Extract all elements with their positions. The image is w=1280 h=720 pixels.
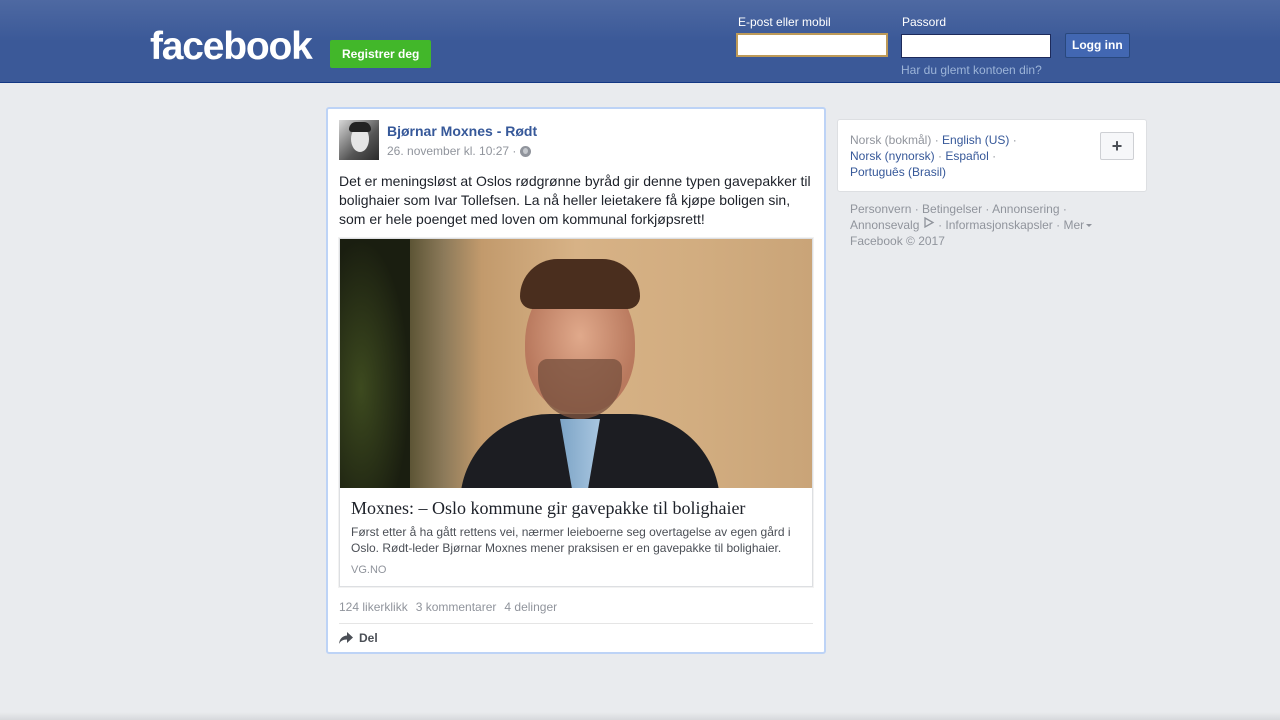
footer-link-betingelser[interactable]: Betingelser <box>922 202 982 216</box>
avatar-hair <box>349 122 371 132</box>
post-text: Det er meningsløst at Oslos rødgrønne by… <box>339 173 811 227</box>
footer-link-personvern[interactable]: Personvern <box>850 202 911 216</box>
shares-count[interactable]: 4 delinger <box>504 600 557 614</box>
image-plant <box>340 239 410 488</box>
image-hair <box>520 259 640 309</box>
chevron-down-icon <box>1086 224 1093 228</box>
post-meta: 26. november kl. 10:27 · <box>387 144 532 158</box>
footer-link-annonsevalg[interactable]: Annonsevalg <box>850 218 919 232</box>
separator: · <box>934 133 939 147</box>
bottom-shadow <box>0 712 1280 720</box>
likes-count[interactable]: 124 likerklikk <box>339 600 408 614</box>
more-languages-button[interactable]: + <box>1100 132 1134 160</box>
language-list: Norsk (bokmål) · English (US) · Norsk (n… <box>850 132 1070 180</box>
post-card: Bjørnar Moxnes - Rødt 26. november kl. 1… <box>326 107 826 654</box>
image-beard <box>538 359 622 419</box>
adchoices-icon <box>924 216 935 229</box>
author-avatar[interactable] <box>339 120 379 160</box>
footer: Personvern · Betingelser · Annonsering ·… <box>850 201 1130 249</box>
link-title[interactable]: Moxnes: – Oslo kommune gir gavepakke til… <box>351 498 801 519</box>
password-label: Passord <box>902 15 947 29</box>
post-stats: 124 likerklikk 3 kommentarer 4 delinger <box>339 600 557 614</box>
login-button[interactable]: Logg inn <box>1065 33 1130 58</box>
divider <box>339 623 813 624</box>
current-language: Norsk (bokmål) <box>850 133 932 147</box>
share-label: Del <box>359 631 378 645</box>
link-preview-image[interactable] <box>340 239 812 488</box>
link-domain: VG.NO <box>351 564 387 576</box>
footer-link-informasjonskapsler[interactable]: Informasjonskapsler <box>945 218 1052 232</box>
link-preview[interactable]: Moxnes: – Oslo kommune gir gavepakke til… <box>339 238 813 587</box>
share-arrow-icon <box>339 632 353 644</box>
link-description: Først etter å ha gått rettens vei, nærme… <box>351 525 791 555</box>
post-timestamp[interactable]: 26. november kl. 10:27 · <box>387 144 516 158</box>
separator: · <box>1012 133 1017 147</box>
language-norsk-nynorsk[interactable]: Norsk (nynorsk) <box>850 149 935 163</box>
separator: · <box>938 149 943 163</box>
language-selector: Norsk (bokmål) · English (US) · Norsk (n… <box>837 119 1147 192</box>
copyright: Facebook © 2017 <box>850 234 945 248</box>
footer-link-mer[interactable]: Mer <box>1063 218 1084 232</box>
post-author-link[interactable]: Bjørnar Moxnes - Rødt <box>387 123 537 139</box>
separator: · <box>992 149 997 163</box>
language-english-us[interactable]: English (US) <box>942 133 1009 147</box>
share-button[interactable]: Del <box>339 631 378 645</box>
facebook-logo[interactable]: facebook <box>150 26 313 68</box>
register-button[interactable]: Registrer deg <box>330 40 432 68</box>
language-portugues-brasil[interactable]: Português (Brasil) <box>850 165 946 179</box>
comments-count[interactable]: 3 kommentarer <box>416 600 497 614</box>
email-label: E-post eller mobil <box>738 15 831 29</box>
email-input[interactable] <box>736 33 888 57</box>
top-bar: facebook Registrer deg E-post eller mobi… <box>0 0 1280 83</box>
globe-icon <box>520 145 532 157</box>
password-input[interactable] <box>901 34 1051 58</box>
forgot-account-link[interactable]: Har du glemt kontoen din? <box>901 63 1042 77</box>
plus-icon: + <box>1111 135 1123 156</box>
language-espanol[interactable]: Español <box>945 149 988 163</box>
footer-link-annonsering[interactable]: Annonsering <box>992 202 1059 216</box>
